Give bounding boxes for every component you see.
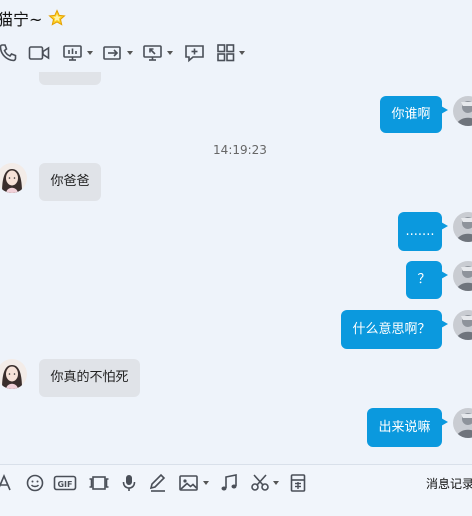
message-bubble-incoming[interactable]: 你爸爸 (39, 163, 101, 201)
microphone-icon[interactable] (120, 471, 138, 495)
screenshot-icon[interactable] (88, 471, 110, 495)
message-text: 你爸爸 (50, 174, 90, 189)
message-bubble-outgoing[interactable]: ....... (398, 212, 448, 251)
message-text: ？ (417, 272, 431, 287)
gif-icon[interactable]: GIF (53, 471, 77, 495)
message-list[interactable]: 你谁啊 14:19:23 你爸爸 ....... ？ 什么意思啊？ 你真的不怕死… (0, 72, 472, 464)
file-transfer-icon[interactable] (102, 40, 133, 66)
phone-icon[interactable] (0, 40, 18, 66)
message-text: 什么意思啊？ (352, 321, 431, 337)
pen-icon[interactable] (148, 471, 168, 495)
message-text: 出来说嘛 (378, 419, 431, 435)
message-bubble-outgoing[interactable]: 你谁啊 (380, 96, 448, 133)
chevron-down-icon[interactable] (87, 51, 93, 55)
video-icon[interactable] (28, 40, 50, 66)
contact-avatar[interactable] (0, 359, 27, 389)
font-icon[interactable] (0, 471, 12, 495)
my-avatar[interactable] (453, 408, 472, 438)
message-bubble-outgoing[interactable]: ？ (406, 261, 448, 299)
svg-text:GIF: GIF (57, 480, 72, 489)
image-icon[interactable] (178, 471, 209, 495)
star-badge-icon[interactable] (48, 9, 67, 27)
chevron-down-icon[interactable] (167, 51, 173, 55)
message-history-link[interactable]: 消息记录 (426, 475, 472, 492)
scissors-icon[interactable] (250, 471, 279, 495)
apps-grid-icon[interactable] (216, 40, 245, 66)
message-timestamp: 14:19:23 (213, 143, 267, 157)
message-bubble-incoming[interactable]: 你真的不怕死 (39, 359, 140, 397)
my-avatar[interactable] (453, 310, 472, 340)
red-packet-icon[interactable] (289, 471, 307, 495)
chevron-down-icon[interactable] (239, 51, 245, 55)
message-text: 你谁啊 (391, 106, 431, 122)
my-avatar[interactable] (453, 261, 472, 291)
my-avatar[interactable] (453, 96, 472, 126)
chat-header: 猫宁~ (0, 0, 472, 72)
chat-toolbar (0, 40, 472, 66)
message-text: ....... (405, 223, 435, 239)
emoji-icon[interactable] (25, 471, 45, 495)
music-icon[interactable] (219, 471, 239, 495)
contact-title[interactable]: 猫宁~ (0, 6, 67, 30)
input-toolbar: GIF 消息记录 (0, 464, 472, 516)
chevron-down-icon[interactable] (203, 481, 209, 485)
chevron-down-icon[interactable] (273, 481, 279, 485)
message-bubble-outgoing[interactable]: 出来说嘛 (367, 408, 448, 447)
screen-share-icon[interactable] (62, 40, 93, 66)
message-text: 你真的不怕死 (50, 370, 129, 385)
message-bubble-outgoing[interactable]: 什么意思啊？ (341, 310, 448, 349)
chevron-down-icon[interactable] (127, 51, 133, 55)
remote-desktop-icon[interactable] (142, 40, 173, 66)
add-chat-icon[interactable] (184, 40, 206, 66)
contact-name[interactable]: 猫宁~ (0, 6, 42, 30)
contact-avatar[interactable] (0, 163, 27, 193)
my-avatar[interactable] (453, 212, 472, 242)
message-bubble-incoming[interactable] (39, 72, 101, 85)
